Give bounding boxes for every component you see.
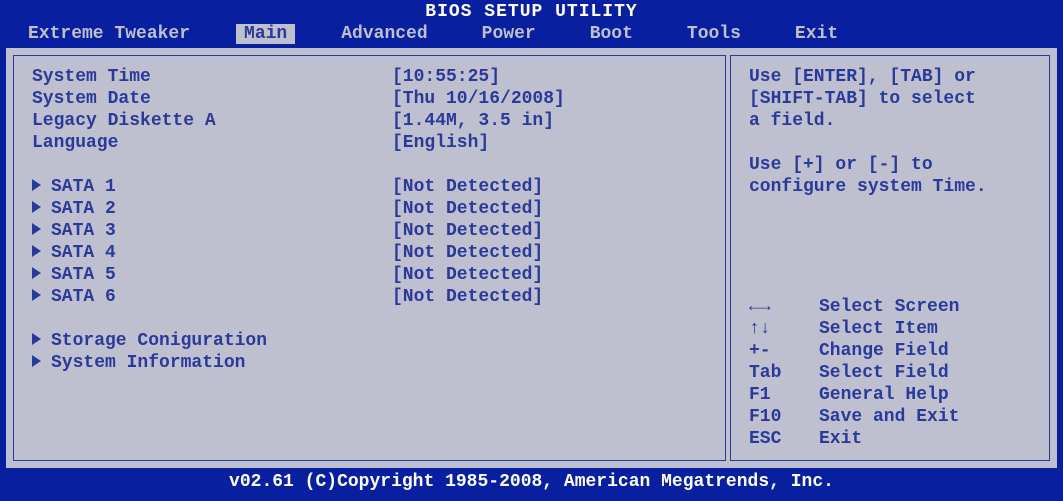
value-sata-3: [Not Detected] [392,220,707,242]
key-desc-select-item: Select Item [819,318,938,340]
label-sata-6: SATA 6 [32,286,392,308]
label-system-date: System Date [32,88,392,110]
value-sata-6: [Not Detected] [392,286,707,308]
footer-copyright: v02.61 (C)Copyright 1985-2008, American … [0,468,1063,492]
row-system-time[interactable]: System Time [10:55:25] [32,66,707,88]
row-legacy-diskette[interactable]: Legacy Diskette A [1.44M, 3.5 in] [32,110,707,132]
help-line-2: [SHIFT-TAB] to select [749,88,1031,110]
key-desc-save-exit: Save and Exit [819,406,959,428]
key-desc-change-field: Change Field [819,340,949,362]
key-row-select-field: Tab Select Field [749,362,1031,384]
key-desc-exit: Exit [819,428,862,450]
tab-advanced[interactable]: Advanced [333,24,435,44]
row-sata-3[interactable]: SATA 3 [Not Detected] [32,220,707,242]
help-line-5: configure system Time. [749,176,1031,198]
key-arrows-ud-icon: ↑↓ [749,318,819,340]
value-sata-1: [Not Detected] [392,176,707,198]
key-tab: Tab [749,362,819,384]
key-desc-select-field: Select Field [819,362,949,384]
tab-exit[interactable]: Exit [787,24,846,44]
label-sata-3: SATA 3 [32,220,392,242]
key-row-exit: ESC Exit [749,428,1031,450]
content-frame: System Time [10:55:25] System Date [Thu … [6,48,1057,468]
key-plus-minus: +- [749,340,819,362]
main-pane: System Time [10:55:25] System Date [Thu … [13,55,726,461]
row-sata-1[interactable]: SATA 1 [Not Detected] [32,176,707,198]
row-language[interactable]: Language [English] [32,132,707,154]
tab-boot[interactable]: Boot [582,24,641,44]
utility-title: BIOS SETUP UTILITY [0,0,1063,22]
label-sata-1: SATA 1 [32,176,392,198]
tab-extreme-tweaker[interactable]: Extreme Tweaker [20,24,198,44]
key-arrows-lr-icon: ←→ [749,296,819,318]
key-f1: F1 [749,384,819,406]
tab-main[interactable]: Main [236,24,295,44]
key-row-select-item: ↑↓ Select Item [749,318,1031,340]
value-sata-4: [Not Detected] [392,242,707,264]
row-sata-2[interactable]: SATA 2 [Not Detected] [32,198,707,220]
help-line-3: a field. [749,110,1031,132]
value-language[interactable]: [English] [392,132,707,154]
row-system-information[interactable]: System Information [32,352,707,374]
label-language: Language [32,132,392,154]
label-sata-4: SATA 4 [32,242,392,264]
label-system-information: System Information [32,352,392,374]
value-sata-5: [Not Detected] [392,264,707,286]
help-pane: Use [ENTER], [TAB] or [SHIFT-TAB] to sel… [730,55,1050,461]
key-row-save-exit: F10 Save and Exit [749,406,1031,428]
key-row-select-screen: ←→ Select Screen [749,296,1031,318]
row-system-date[interactable]: System Date [Thu 10/16/2008] [32,88,707,110]
key-desc-general-help: General Help [819,384,949,406]
row-sata-4[interactable]: SATA 4 [Not Detected] [32,242,707,264]
tab-tools[interactable]: Tools [679,24,749,44]
key-f10: F10 [749,406,819,428]
help-line-4: Use [+] or [-] to [749,154,1031,176]
label-sata-2: SATA 2 [32,198,392,220]
value-system-date[interactable]: [Thu 10/16/2008] [392,88,707,110]
tab-power[interactable]: Power [474,24,544,44]
row-sata-5[interactable]: SATA 5 [Not Detected] [32,264,707,286]
menu-bar: Extreme Tweaker Main Advanced Power Boot… [0,22,1063,48]
value-system-time[interactable]: [10:55:25] [392,66,707,88]
key-esc: ESC [749,428,819,450]
label-legacy-diskette: Legacy Diskette A [32,110,392,132]
row-sata-6[interactable]: SATA 6 [Not Detected] [32,286,707,308]
row-storage-configuration[interactable]: Storage Coniguration [32,330,707,352]
key-desc-select-screen: Select Screen [819,296,959,318]
key-legend: ←→ Select Screen ↑↓ Select Item +- Chang… [749,296,1031,450]
label-storage-configuration: Storage Coniguration [32,330,392,352]
key-row-general-help: F1 General Help [749,384,1031,406]
value-sata-2: [Not Detected] [392,198,707,220]
value-legacy-diskette[interactable]: [1.44M, 3.5 in] [392,110,707,132]
label-system-time: System Time [32,66,392,88]
label-sata-5: SATA 5 [32,264,392,286]
key-row-change-field: +- Change Field [749,340,1031,362]
help-line-1: Use [ENTER], [TAB] or [749,66,1031,88]
